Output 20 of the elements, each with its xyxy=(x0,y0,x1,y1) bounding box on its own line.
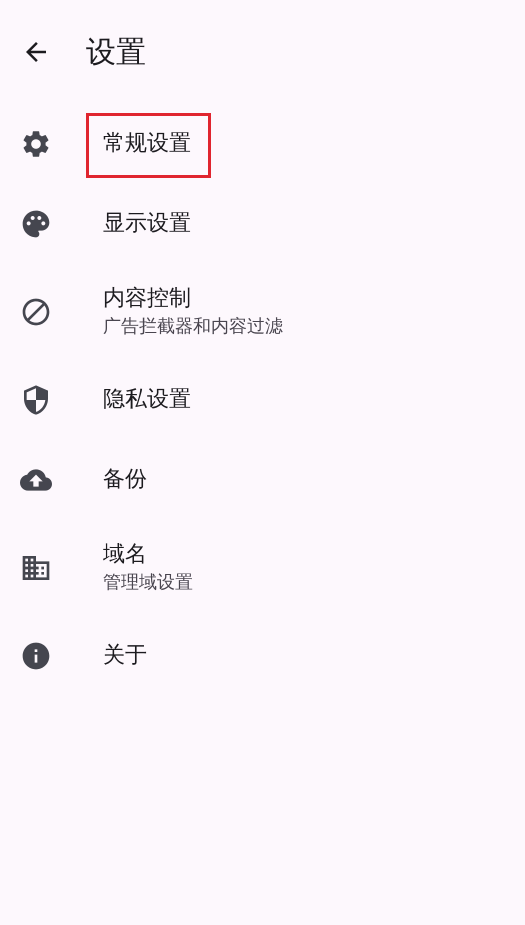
settings-item[interactable]: 域名 管理域设置 xyxy=(0,520,525,616)
settings-item[interactable]: 常规设置 xyxy=(0,104,525,184)
settings-item[interactable]: 备份 xyxy=(0,440,525,520)
settings-item[interactable]: 隐私设置 xyxy=(0,360,525,440)
item-title: 隐私设置 xyxy=(103,387,191,412)
settings-item[interactable]: 显示设置 xyxy=(0,184,525,264)
item-subtitle: 广告拦截器和内容过滤 xyxy=(103,315,283,339)
palette-icon xyxy=(20,208,52,240)
item-title: 域名 xyxy=(103,542,147,567)
item-title: 备份 xyxy=(103,467,147,492)
page-title: 设置 xyxy=(86,34,146,72)
settings-item[interactable]: 内容控制 广告拦截器和内容过滤 xyxy=(0,264,525,360)
block-icon xyxy=(20,296,52,328)
item-title: 显示设置 xyxy=(103,211,191,236)
item-subtitle: 管理域设置 xyxy=(103,571,193,595)
info-icon xyxy=(20,640,52,672)
item-title: 常规设置 xyxy=(103,131,191,156)
settings-item[interactable]: 关于 xyxy=(0,616,525,696)
item-title: 内容控制 xyxy=(103,286,191,311)
item-title: 关于 xyxy=(103,643,147,668)
